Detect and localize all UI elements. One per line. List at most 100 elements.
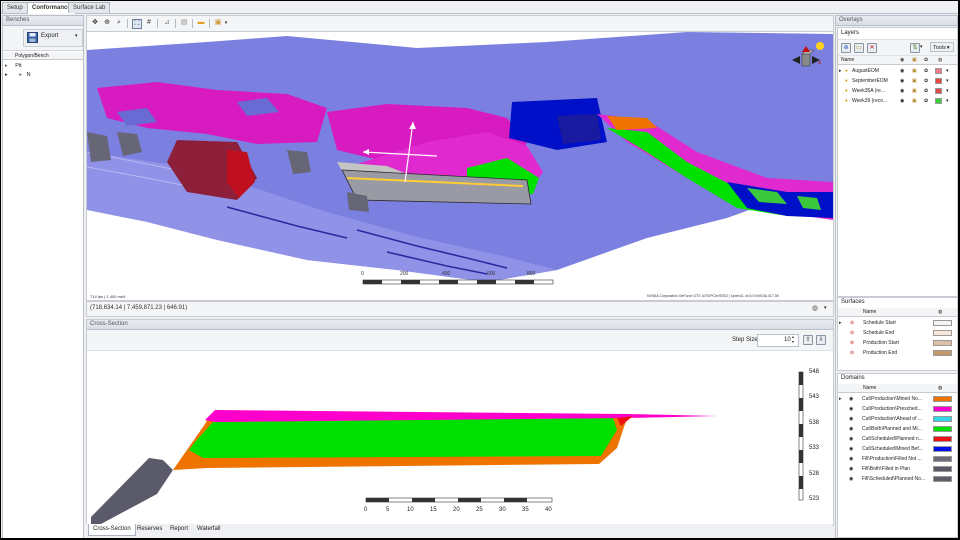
chevron-down-icon[interactable]: ▾ xyxy=(222,19,230,27)
layer-color-swatch[interactable] xyxy=(935,88,942,94)
domain-row[interactable]: ◉ Cut\Production\Ahead of ... xyxy=(838,414,957,424)
expand-arrow-icon[interactable]: ▸ xyxy=(5,63,8,69)
tab-surface-lab[interactable]: Surface Lab xyxy=(68,2,111,13)
layer-color-swatch[interactable] xyxy=(935,98,942,104)
pit-model-render[interactable] xyxy=(87,32,833,300)
visibility-icon[interactable]: ◉ xyxy=(900,86,904,96)
pattern-icon[interactable]: ✿ xyxy=(924,66,928,76)
delete-icon[interactable]: ✕ xyxy=(867,43,877,53)
chevron-down-icon[interactable]: ▾ xyxy=(946,96,949,106)
pattern-icon[interactable]: ✿ xyxy=(924,86,928,96)
expand-arrow-icon[interactable]: ▸ xyxy=(19,72,22,78)
domain-color-swatch[interactable] xyxy=(933,436,952,442)
surface-row[interactable]: ⊘ Production End xyxy=(838,348,957,358)
lock-icon[interactable]: ▣ xyxy=(912,66,917,76)
lock-icon[interactable]: ▣ xyxy=(912,76,917,86)
domain-row[interactable]: ◉ Fill\Production\Filled Not ... xyxy=(838,454,957,464)
view-cube-icon[interactable]: x xyxy=(790,40,826,76)
domain-row[interactable]: ◉ Cut\Scheduled\Planned n... xyxy=(838,434,957,444)
image-icon[interactable]: ▣ xyxy=(214,19,222,27)
tab-waterfall[interactable]: Waterfall xyxy=(193,524,224,535)
3d-viewport[interactable]: 0 200 400 600 800 x 714 fps | 1.400 ms/f… xyxy=(86,31,834,301)
domain-row[interactable]: ▸ ◉ Cut\Production\Mined No... xyxy=(838,394,957,404)
domain-color-swatch[interactable] xyxy=(933,426,952,432)
step-forward-icon[interactable]: ⇧ xyxy=(803,335,813,345)
chevron-down-icon[interactable]: ▾ xyxy=(946,76,949,86)
domain-color-swatch[interactable] xyxy=(933,476,952,482)
chevron-down-icon[interactable]: ▾ xyxy=(946,66,949,76)
surface-color-swatch[interactable] xyxy=(933,350,952,356)
domain-color-swatch[interactable] xyxy=(933,416,952,422)
layer-row[interactable]: ♦ Week35A (re... ◉ ▣ ✿ ▾ xyxy=(838,86,957,96)
rotate-icon[interactable]: ⊕ xyxy=(103,19,111,27)
visibility-icon[interactable]: ◉ xyxy=(900,76,904,86)
surface-color-swatch[interactable] xyxy=(933,340,952,346)
domain-row[interactable]: ◉ Cut\Both\Planned and Mi... xyxy=(838,424,957,434)
visibility-icon[interactable]: ◉ xyxy=(849,414,853,424)
surface-color-swatch[interactable] xyxy=(933,330,952,336)
tab-setup[interactable]: Setup xyxy=(2,2,28,13)
domain-color-swatch[interactable] xyxy=(933,406,952,412)
globe-icon[interactable]: ◍ xyxy=(812,304,822,313)
layer-row[interactable]: ▸ ♦ AugustEOM ◉ ▣ ✿ ▾ xyxy=(838,66,957,76)
chevron-down-icon[interactable]: ▾ xyxy=(920,44,923,50)
surface-row[interactable]: ⊘ Production Start xyxy=(838,338,957,348)
tab-cross-section[interactable]: Cross-Section xyxy=(88,524,136,536)
view-cube[interactable]: x xyxy=(790,40,826,76)
layer-color-swatch[interactable] xyxy=(935,78,942,84)
visibility-icon[interactable]: ◉ xyxy=(849,404,853,414)
domain-color-swatch[interactable] xyxy=(933,456,952,462)
surface-color-swatch[interactable] xyxy=(933,320,952,326)
tab-report[interactable]: Report xyxy=(166,524,192,535)
hidden-icon[interactable]: ⊘ xyxy=(850,328,854,338)
ruler-icon[interactable]: ▬ xyxy=(197,19,205,27)
lock-icon[interactable]: ▣ xyxy=(912,96,917,106)
tools-dropdown[interactable]: Tools▾ xyxy=(930,42,954,52)
surface-row[interactable]: ⊘ Schedule End xyxy=(838,328,957,338)
chevron-down-icon[interactable]: ▾ xyxy=(946,86,949,96)
cross-section-profile[interactable] xyxy=(87,352,833,524)
hidden-icon[interactable]: ⊘ xyxy=(850,338,854,348)
visibility-icon[interactable]: ◉ xyxy=(849,444,853,454)
grid-icon[interactable]: # xyxy=(145,19,153,27)
pattern-icon[interactable]: ✿ xyxy=(924,76,928,86)
layer-row[interactable]: ♦ Week39 (reco... ◉ ▣ ✿ ▾ xyxy=(838,96,957,106)
surface-row[interactable]: ▸ ⊘ Schedule Start xyxy=(838,318,957,328)
tree-item-pit[interactable]: ▸ Pit xyxy=(5,62,81,71)
hidden-icon[interactable]: ⊘ xyxy=(850,348,854,358)
domain-row[interactable]: ◉ Cut\Production\Presched... xyxy=(838,404,957,414)
layer-color-swatch[interactable] xyxy=(935,68,942,74)
zoom-extents-icon[interactable]: ⛶ xyxy=(132,19,142,29)
domain-color-swatch[interactable] xyxy=(933,446,952,452)
export-button[interactable]: Export ▾ xyxy=(23,29,83,47)
layer-row[interactable]: ♦ SeptemberEOM ◉ ▣ ✿ ▾ xyxy=(838,76,957,86)
domain-row[interactable]: ◉ Fill\Both\Filled in Plan xyxy=(838,464,957,474)
pan-icon[interactable]: ✥ xyxy=(91,19,99,27)
pattern-icon[interactable]: ✿ xyxy=(924,96,928,106)
step-back-icon[interactable]: ⇩ xyxy=(816,335,826,345)
add-layer-icon[interactable]: ⊕ xyxy=(841,43,851,53)
domain-row[interactable]: ◉ Fill\Scheduled\Planned No... xyxy=(838,474,957,484)
domain-row[interactable]: ◉ Cut\Scheduled\Mined Bef... xyxy=(838,444,957,454)
visibility-icon[interactable]: ◉ xyxy=(849,454,853,464)
visibility-icon[interactable]: ◉ xyxy=(849,434,853,444)
domain-color-swatch[interactable] xyxy=(933,466,952,472)
tree-item-n[interactable]: ▸ ▸ N xyxy=(5,71,81,80)
step-size-input[interactable]: 10 ▴ ▾ xyxy=(757,334,799,347)
zoom-icon[interactable]: ⌕ xyxy=(115,19,123,27)
visibility-icon[interactable]: ◉ xyxy=(849,474,853,484)
visibility-icon[interactable]: ◉ xyxy=(900,66,904,76)
measure-icon[interactable]: ⊿ xyxy=(163,19,171,27)
spinner-icon[interactable]: ▴ ▾ xyxy=(792,334,794,344)
visibility-icon[interactable]: ◉ xyxy=(849,464,853,474)
domain-color-swatch[interactable] xyxy=(933,396,952,402)
hidden-icon[interactable]: ⊘ xyxy=(850,318,854,328)
visibility-icon[interactable]: ◉ xyxy=(849,394,853,404)
visibility-icon[interactable]: ◉ xyxy=(900,96,904,106)
tab-reserves[interactable]: Reserves xyxy=(133,524,166,535)
lock-icon[interactable]: ▣ xyxy=(912,86,917,96)
folder-icon[interactable]: ▭ xyxy=(854,43,864,53)
layer-style-icon[interactable]: ⇅ xyxy=(910,43,920,53)
visibility-icon[interactable]: ◉ xyxy=(849,424,853,434)
print-icon[interactable]: ▤ xyxy=(180,19,188,27)
